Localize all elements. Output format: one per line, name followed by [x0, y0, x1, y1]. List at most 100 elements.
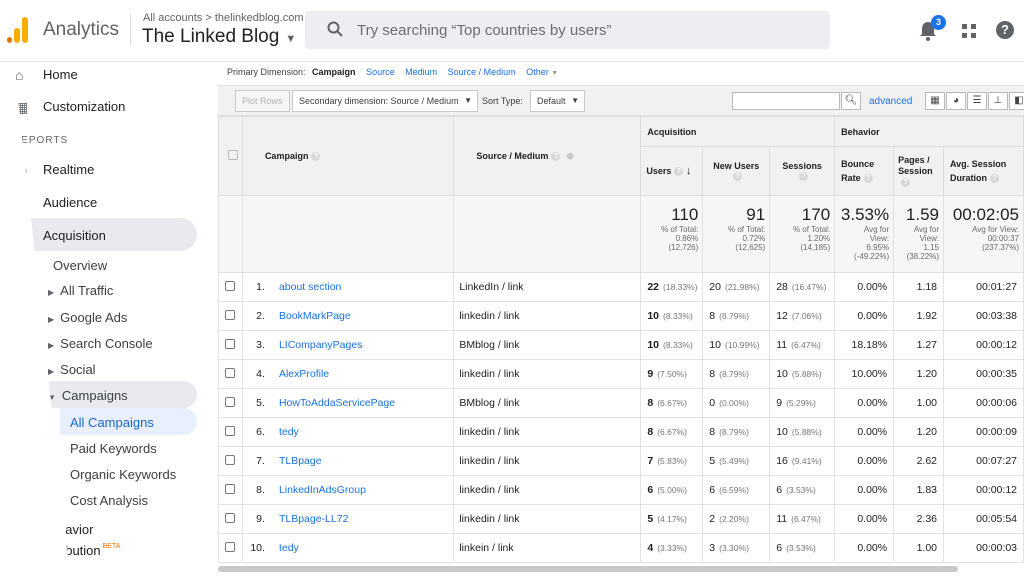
sidebar-item-acquisition[interactable]: Acquisition — [43, 228, 106, 243]
help-icon: ? — [799, 172, 809, 182]
header-sessions[interactable]: Sessions? — [769, 146, 836, 196]
campaign-cell: 6. tedy — [241, 417, 455, 447]
new-users-cell: 2 (2.20%) — [702, 504, 771, 534]
pie-view-icon[interactable]: ◕ — [946, 92, 966, 110]
campaign-link[interactable]: LICompanyPages — [279, 339, 362, 351]
table-row: 3. LICompanyPages BMblog / link 10 (8.33%) 10… — [218, 330, 1024, 360]
help-icon: ? — [863, 174, 873, 184]
users-cell: 10 (8.33%) — [640, 301, 704, 331]
header-avg-session-duration[interactable]: Avg. Session Duration? — [943, 146, 1024, 196]
performance-view-icon[interactable]: ☰ — [967, 92, 987, 110]
search-bar[interactable] — [305, 11, 830, 49]
total-avg-duration: 00:02:05 Avg for View: 00:00:37 (237.37%) — [943, 195, 1024, 273]
pivot-view-icon[interactable]: ◧ — [1009, 92, 1024, 110]
campaign-link[interactable]: TLBpage — [279, 455, 322, 467]
sidebar-item-customization[interactable]: Customization — [43, 99, 125, 114]
row-checkbox[interactable] — [225, 454, 236, 465]
sidebar-item-organic-keywords[interactable]: Organic Keywords — [70, 467, 176, 482]
sidebar-item-campaigns[interactable]: ▼ Campaigns — [48, 388, 128, 403]
sidebar-item-overview[interactable]: Overview — [53, 258, 107, 273]
sidebar-item-cost-analysis[interactable]: Cost Analysis — [70, 493, 148, 508]
row-checkbox-cell — [218, 533, 243, 563]
new-users-cell: 5 (5.49%) — [702, 446, 771, 476]
users-cell: 5 (4.17%) — [640, 504, 704, 534]
search-icon[interactable]: 🔍︎ — [841, 92, 861, 110]
source-medium-cell: linkedin / link — [453, 301, 642, 331]
sidebar-item-social[interactable]: ▶ Social — [48, 362, 96, 377]
account-breadcrumb[interactable]: All accounts > thelinkedblog.com — [143, 12, 304, 24]
analytics-logo-icon[interactable] — [7, 17, 29, 43]
plot-rows-button[interactable]: Plot Rows — [235, 90, 290, 112]
sidebar-item-home[interactable]: Home — [43, 67, 78, 82]
header-pages-session[interactable]: Pages / Session? — [893, 146, 945, 196]
row-checkbox[interactable] — [225, 309, 236, 320]
row-checkbox[interactable] — [225, 396, 236, 407]
horizontal-scrollbar[interactable] — [218, 566, 958, 572]
sessions-cell: 6 (3.53%) — [769, 475, 836, 505]
campaign-link[interactable]: tedy — [279, 426, 299, 438]
secondary-dimension-dropdown[interactable]: Secondary dimension: Source / Medium ▼ — [292, 90, 478, 112]
sessions-cell: 6 (3.53%) — [769, 533, 836, 563]
header-campaign[interactable]: Campaign? — [241, 116, 455, 196]
row-checkbox-cell — [218, 301, 243, 331]
sort-type-dropdown[interactable]: Default ▼ — [530, 90, 585, 112]
header-source-medium[interactable]: Source / Medium? ⊗ — [453, 116, 642, 196]
dimension-option-source-medium[interactable]: Source / Medium — [448, 67, 516, 77]
row-checkbox[interactable] — [225, 483, 236, 494]
new-users-cell: 3 (3.30%) — [702, 533, 771, 563]
account-selector[interactable]: The Linked Blog ▼ — [142, 26, 296, 48]
avg-duration-cell: 00:05:54 — [943, 504, 1024, 534]
new-users-cell: 0 (0.00%) — [702, 388, 771, 418]
sidebar-item-paid-keywords[interactable]: Paid Keywords — [70, 441, 157, 456]
row-checkbox[interactable] — [225, 338, 236, 349]
avg-duration-cell: 00:00:09 — [943, 417, 1024, 447]
search-input[interactable] — [357, 11, 817, 49]
row-number: 6. — [256, 426, 265, 438]
table-row: 4. AlexProfile linkedin / link 9 (7.50%) 8 (8.… — [218, 359, 1024, 389]
pages-session-cell: 1.20 — [893, 359, 945, 389]
campaign-link[interactable]: HowToAddaServicePage — [279, 397, 395, 409]
help-icon[interactable]: ? — [996, 21, 1014, 39]
sidebar-item-audience[interactable]: Audience — [43, 195, 97, 210]
report-table: Campaign? Source / Medium? ⊗ Acquisition … — [218, 116, 1024, 563]
campaign-link[interactable]: tedy — [279, 542, 299, 554]
primary-dimension-selected[interactable]: Campaign — [312, 67, 356, 77]
sidebar-item-all-traffic[interactable]: ▶ All Traffic — [48, 283, 113, 298]
campaign-link[interactable]: TLBpage-LL72 — [279, 513, 348, 525]
campaign-link[interactable]: BookMarkPage — [279, 310, 351, 322]
pages-session-cell: 1.83 — [893, 475, 945, 505]
select-all-checkbox[interactable] — [228, 150, 239, 160]
row-number: 10. — [250, 542, 265, 554]
users-cell: 7 (5.83%) — [640, 446, 704, 476]
row-checkbox[interactable] — [225, 367, 236, 378]
advanced-filter-link[interactable]: advanced — [869, 96, 912, 107]
header-users[interactable]: Users? ↓ — [640, 146, 704, 196]
table-view-icon[interactable]: ▦ — [925, 92, 945, 110]
header-new-users[interactable]: New Users? — [702, 146, 771, 196]
row-number: 3. — [256, 339, 265, 351]
sidebar-item-google-ads[interactable]: ▶ Google Ads — [48, 310, 127, 325]
bounce-rate-cell: 0.00% — [834, 475, 895, 505]
row-checkbox-cell — [218, 388, 243, 418]
row-checkbox-cell — [218, 330, 243, 360]
sidebar-item-all-campaigns[interactable]: All Campaigns — [70, 415, 154, 430]
row-number: 1. — [256, 281, 265, 293]
header-bounce-rate[interactable]: Bounce Rate? — [834, 146, 895, 196]
apps-grid-icon[interactable] — [962, 24, 976, 38]
campaign-link[interactable]: about section — [279, 281, 341, 293]
sidebar-item-realtime[interactable]: Realtime — [43, 162, 94, 177]
row-checkbox[interactable] — [225, 425, 236, 436]
bounce-rate-cell: 18.18% — [834, 330, 895, 360]
dimension-option-source[interactable]: Source — [366, 67, 395, 77]
row-checkbox[interactable] — [225, 541, 236, 552]
sidebar-item-search-console[interactable]: ▶ Search Console — [48, 336, 153, 351]
dimension-option-medium[interactable]: Medium — [405, 67, 437, 77]
dimension-option-other[interactable]: Other ▼ — [526, 67, 558, 77]
comparison-view-icon[interactable]: ⊥ — [988, 92, 1008, 110]
row-checkbox[interactable] — [225, 512, 236, 523]
sessions-cell: 12 (7.06%) — [769, 301, 836, 331]
campaign-link[interactable]: LinkedInAdsGroup — [279, 484, 366, 496]
table-filter-input[interactable] — [732, 92, 840, 110]
campaign-link[interactable]: AlexProfile — [279, 368, 329, 380]
row-checkbox[interactable] — [225, 280, 236, 291]
